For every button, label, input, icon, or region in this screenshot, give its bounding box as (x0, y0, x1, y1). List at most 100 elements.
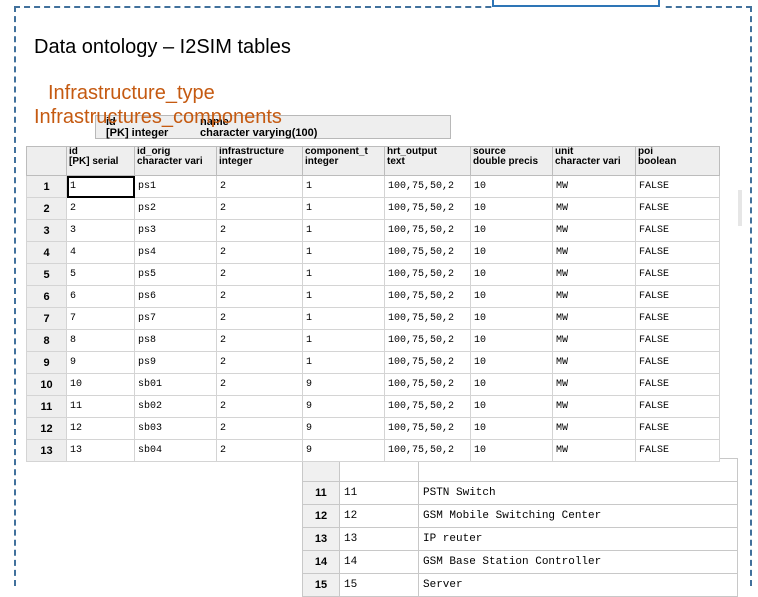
source-cell[interactable]: 10 (470, 329, 553, 352)
name-cell[interactable]: Server (418, 573, 738, 597)
unit-cell[interactable]: MW (552, 329, 636, 352)
row-number[interactable]: 3 (26, 219, 67, 242)
row-number[interactable]: 10 (26, 373, 67, 396)
row-number[interactable]: 13 (26, 439, 67, 462)
table-row[interactable]: 7 7 ps7 2 1 100,75,50,2 10 MW FALSE (26, 307, 720, 330)
poi-cell[interactable]: FALSE (635, 395, 720, 418)
id-cell[interactable]: 9 (66, 351, 135, 374)
component-type-cell[interactable]: 1 (302, 263, 385, 286)
id-orig-cell[interactable]: ps6 (134, 285, 217, 308)
component-type-cell[interactable]: 9 (302, 417, 385, 440)
unit-cell[interactable]: MW (552, 307, 636, 330)
table-row[interactable]: 15 15 Server (302, 573, 738, 597)
row-number[interactable]: 7 (26, 307, 67, 330)
source-cell[interactable]: 10 (470, 373, 553, 396)
id-cell[interactable]: 6 (66, 285, 135, 308)
component-type-cell[interactable]: 1 (302, 307, 385, 330)
id-cell[interactable]: 4 (66, 241, 135, 264)
name-cell[interactable]: GSM Base Station Controller (418, 550, 738, 574)
component-type-cell[interactable]: 9 (302, 439, 385, 462)
poi-cell[interactable]: FALSE (635, 263, 720, 286)
component-type-cell[interactable]: 1 (302, 285, 385, 308)
id-orig-cell[interactable]: ps3 (134, 219, 217, 242)
row-number[interactable]: 5 (26, 263, 67, 286)
poi-cell[interactable]: FALSE (635, 373, 720, 396)
row-number[interactable]: 2 (26, 197, 67, 220)
id-cell[interactable]: 14 (339, 550, 419, 574)
source-cell[interactable]: 10 (470, 307, 553, 330)
poi-cell[interactable]: FALSE (635, 329, 720, 352)
component-type-cell[interactable]: 1 (302, 197, 385, 220)
row-number[interactable]: 6 (26, 285, 67, 308)
table-row[interactable]: 10 10 sb01 2 9 100,75,50,2 10 MW FALSE (26, 373, 720, 396)
poi-cell[interactable]: FALSE (635, 219, 720, 242)
source-cell[interactable]: 10 (470, 263, 553, 286)
id-cell[interactable]: 2 (66, 197, 135, 220)
source-cell[interactable]: 10 (470, 285, 553, 308)
component-type-cell[interactable]: 1 (302, 329, 385, 352)
id-orig-cell[interactable]: sb04 (134, 439, 217, 462)
table-row[interactable]: 8 8 ps8 2 1 100,75,50,2 10 MW FALSE (26, 329, 720, 352)
id-cell[interactable]: 15 (339, 573, 419, 597)
id-orig-cell[interactable]: sb02 (134, 395, 217, 418)
hrt-output-cell[interactable]: 100,75,50,2 (384, 175, 471, 198)
name-cell[interactable]: PSTN Switch (418, 481, 738, 505)
id-cell[interactable]: 13 (66, 439, 135, 462)
infrastructure-cell[interactable]: 2 (216, 307, 303, 330)
hrt-output-cell[interactable]: 100,75,50,2 (384, 241, 471, 264)
source-cell[interactable]: 10 (470, 395, 553, 418)
id-cell[interactable]: 10 (66, 373, 135, 396)
table-row[interactable]: 13 13 sb04 2 9 100,75,50,2 10 MW FALSE (26, 439, 720, 462)
table-row[interactable]: 11 11 PSTN Switch (302, 481, 738, 505)
unit-cell[interactable]: MW (552, 175, 636, 198)
id-orig-cell[interactable]: sb03 (134, 417, 217, 440)
component-type-cell[interactable]: 1 (302, 241, 385, 264)
table-row[interactable]: 6 6 ps6 2 1 100,75,50,2 10 MW FALSE (26, 285, 720, 308)
infrastructure-cell[interactable]: 2 (216, 351, 303, 374)
unit-cell[interactable]: MW (552, 439, 636, 462)
unit-cell[interactable]: MW (552, 285, 636, 308)
id-orig-cell[interactable]: ps4 (134, 241, 217, 264)
hrt-output-cell[interactable]: 100,75,50,2 (384, 307, 471, 330)
hrt-output-cell[interactable]: 100,75,50,2 (384, 395, 471, 418)
id-cell[interactable]: 5 (66, 263, 135, 286)
id-orig-cell[interactable]: ps5 (134, 263, 217, 286)
poi-cell[interactable]: FALSE (635, 307, 720, 330)
source-cell[interactable]: 10 (470, 197, 553, 220)
unit-cell[interactable]: MW (552, 197, 636, 220)
infrastructure-cell[interactable]: 2 (216, 175, 303, 198)
column-header-infrastructure[interactable]: infrastructure integer (216, 146, 303, 176)
table-row[interactable]: 14 14 GSM Base Station Controller (302, 550, 738, 574)
id-orig-cell[interactable]: ps9 (134, 351, 217, 374)
infrastructure-cell[interactable]: 2 (216, 241, 303, 264)
row-number[interactable]: 12 (26, 417, 67, 440)
id-cell[interactable]: 11 (66, 395, 135, 418)
hrt-output-cell[interactable]: 100,75,50,2 (384, 329, 471, 352)
hrt-output-cell[interactable]: 100,75,50,2 (384, 219, 471, 242)
column-header-unit[interactable]: unit character vari (552, 146, 636, 176)
table-row[interactable]: 12 12 GSM Mobile Switching Center (302, 504, 738, 528)
table-row[interactable]: 9 9 ps9 2 1 100,75,50,2 10 MW FALSE (26, 351, 720, 374)
table-row[interactable]: 13 13 IP reuter (302, 527, 738, 551)
component-type-cell[interactable]: 1 (302, 175, 385, 198)
id-orig-cell[interactable]: ps1 (134, 175, 217, 198)
table-row[interactable]: 5 5 ps5 2 1 100,75,50,2 10 MW FALSE (26, 263, 720, 286)
poi-cell[interactable]: FALSE (635, 351, 720, 374)
unit-cell[interactable]: MW (552, 417, 636, 440)
id-cell[interactable]: 12 (66, 417, 135, 440)
source-cell[interactable]: 10 (470, 175, 553, 198)
component-type-cell[interactable]: 1 (302, 351, 385, 374)
row-number[interactable]: 8 (26, 329, 67, 352)
infrastructure-cell[interactable]: 2 (216, 439, 303, 462)
table-row[interactable]: 3 3 ps3 2 1 100,75,50,2 10 MW FALSE (26, 219, 720, 242)
row-number[interactable]: 4 (26, 241, 67, 264)
component-type-cell[interactable]: 9 (302, 395, 385, 418)
source-cell[interactable]: 10 (470, 417, 553, 440)
infrastructure-cell[interactable]: 2 (216, 263, 303, 286)
hrt-output-cell[interactable]: 100,75,50,2 (384, 285, 471, 308)
infrastructure-cell[interactable]: 2 (216, 417, 303, 440)
row-number[interactable]: 11 (26, 395, 67, 418)
table-row[interactable]: 4 4 ps4 2 1 100,75,50,2 10 MW FALSE (26, 241, 720, 264)
unit-cell[interactable]: MW (552, 373, 636, 396)
hrt-output-cell[interactable]: 100,75,50,2 (384, 417, 471, 440)
